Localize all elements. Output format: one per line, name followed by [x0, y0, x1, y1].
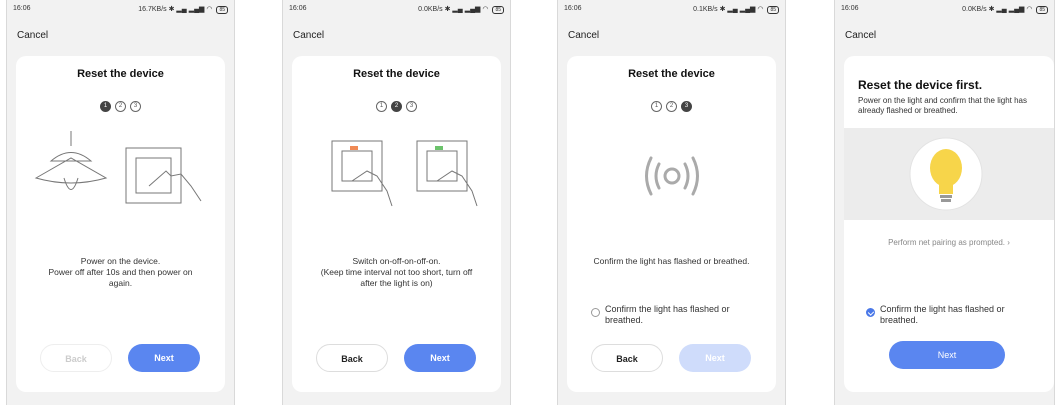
status-time: 16:06	[841, 5, 859, 12]
next-button[interactable]: Next	[128, 344, 200, 372]
wifi-icon: ◠	[206, 6, 213, 13]
step-2: 2	[666, 101, 677, 112]
back-button[interactable]: Back	[591, 344, 663, 372]
step-3: 3	[406, 101, 417, 112]
battery-icon: 85	[1036, 6, 1048, 14]
confirm-label: Confirm the light has flashed or breathe…	[605, 304, 730, 325]
next-button[interactable]: Next	[404, 344, 476, 372]
status-bar: 16:06 0.0KB/s ✱ ▂▄ ▂▄▆ ◠ 85	[841, 5, 1048, 17]
page-title: Reset the device	[77, 68, 164, 80]
switch-toggle-illustration	[331, 140, 478, 207]
confirm-radio[interactable]: Confirm the light has flashed or breathe…	[591, 304, 766, 326]
bulb-panel	[844, 128, 1054, 220]
radio-unchecked[interactable]	[591, 308, 600, 317]
cancel-button[interactable]: Cancel	[845, 30, 876, 41]
step-indicator: 123	[292, 100, 501, 112]
step-indicator: 123	[16, 100, 225, 112]
status-bar: 16:06 16.7KB/s ✱ ▂▄ ▂▄▆ ◠ 85	[13, 5, 228, 17]
battery-icon: 85	[767, 6, 779, 14]
next-button[interactable]: Next	[889, 341, 1005, 369]
status-network: 16.7KB/s ✱ ▂▄ ▂▄▆ ◠ 85	[138, 5, 228, 14]
reset-card: Reset the device 123 Power on the device…	[16, 56, 225, 392]
wifi-icon: ◠	[482, 6, 489, 13]
light-bulb-icon	[909, 137, 983, 211]
step-1: 1	[651, 101, 662, 112]
screen-step-1: 16:06 16.7KB/s ✱ ▂▄ ▂▄▆ ◠ 85 Cancel Rese…	[6, 0, 235, 405]
cancel-button[interactable]: Cancel	[17, 30, 48, 41]
step-2: 2	[391, 101, 402, 112]
back-button[interactable]: Back	[40, 344, 112, 372]
next-button[interactable]: Next	[679, 344, 751, 372]
screen-step-2: 16:06 0.0KB/s ✱ ▂▄ ▂▄▆ ◠ 85 Cancel Reset…	[282, 0, 511, 405]
step-3: 3	[681, 101, 692, 112]
confirm-checkbox[interactable]: Confirm the light has flashed or breathe…	[866, 304, 1044, 326]
check-icon[interactable]	[866, 308, 875, 317]
step-3: 3	[130, 101, 141, 112]
reset-card: Reset the device 123 Confirm the light h…	[567, 56, 776, 392]
status-time: 16:06	[564, 5, 582, 12]
step-1: 1	[100, 101, 111, 112]
step-description: Switch on-off-on-off-on. (Keep time inte…	[320, 256, 473, 288]
status-time: 16:06	[289, 5, 307, 12]
page-title: Reset the device first.	[858, 78, 983, 92]
confirm-label: Confirm the light has flashed or breathe…	[880, 304, 1005, 325]
lamp-switch-illustration	[34, 131, 202, 204]
screen-step-3: 16:06 0.1KB/s ✱ ▂▄ ▂▄▆ ◠ 85 Cancel Reset…	[557, 0, 786, 405]
flashing-signal-icon	[645, 156, 699, 196]
step-2: 2	[115, 101, 126, 112]
subtitle: Power on the light and confirm that the …	[858, 96, 1027, 115]
pairing-link[interactable]: Perform net pairing as prompted. ›	[844, 238, 1054, 247]
reset-card: Reset the device 123 Switch on-off-on-of…	[292, 56, 501, 392]
status-network: 0.0KB/s ✱ ▂▄ ▂▄▆ ◠ 85	[418, 5, 504, 14]
cancel-button[interactable]: Cancel	[293, 30, 324, 41]
battery-icon: 85	[492, 6, 504, 14]
status-bar: 16:06 0.1KB/s ✱ ▂▄ ▂▄▆ ◠ 85	[564, 5, 779, 17]
step-description: Confirm the light has flashed or breathe…	[593, 256, 750, 266]
step-description: Power on the device. Power off after 10s…	[48, 256, 193, 288]
step-indicator: 123	[567, 100, 776, 112]
step-1: 1	[376, 101, 387, 112]
wifi-icon: ◠	[757, 6, 764, 13]
screen-confirm: 16:06 0.0KB/s ✱ ▂▄ ▂▄▆ ◠ 85 Cancel Reset…	[834, 0, 1055, 405]
page-title: Reset the device	[628, 68, 715, 80]
wifi-icon: ◠	[1026, 6, 1033, 13]
battery-icon: 85	[216, 6, 228, 14]
page-title: Reset the device	[353, 68, 440, 80]
status-time: 16:06	[13, 5, 31, 12]
status-network: 0.0KB/s ✱ ▂▄ ▂▄▆ ◠ 85	[962, 5, 1048, 14]
back-button[interactable]: Back	[316, 344, 388, 372]
status-network: 0.1KB/s ✱ ▂▄ ▂▄▆ ◠ 85	[693, 5, 779, 14]
cancel-button[interactable]: Cancel	[568, 30, 599, 41]
status-bar: 16:06 0.0KB/s ✱ ▂▄ ▂▄▆ ◠ 85	[289, 5, 504, 17]
chevron-right-icon: ›	[1007, 238, 1010, 247]
reset-card: Reset the device first. Power on the lig…	[844, 56, 1054, 392]
